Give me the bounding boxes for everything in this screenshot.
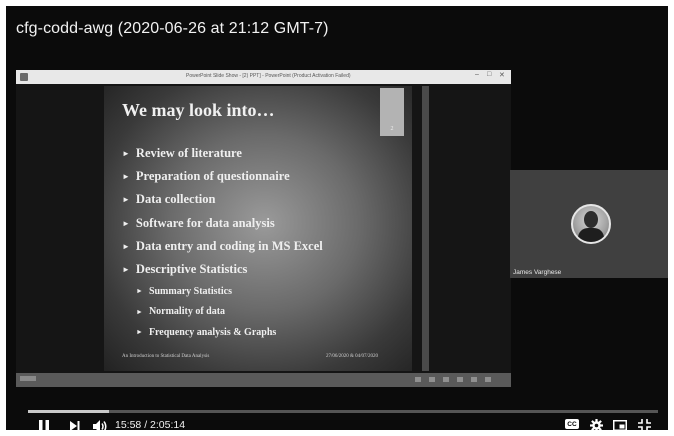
slide-canvas: 2 We may look into… ► Review of literatur…: [16, 84, 511, 373]
avatar-body: [578, 228, 604, 242]
bullet-arrow-icon: ►: [136, 287, 143, 296]
time-display: 15:58 / 2:05:14: [115, 419, 186, 430]
powerpoint-statusbar: [16, 373, 511, 387]
player-controls: 15:58 / 2:05:14 CC: [6, 416, 668, 430]
next-button[interactable]: [68, 419, 82, 430]
slide-bullet-text: Descriptive Statistics: [135, 262, 248, 277]
view-icon: [485, 377, 491, 382]
slide-bullet-text: Normality of data: [148, 306, 226, 318]
next-icon: [70, 421, 80, 430]
bullet-arrow-icon: ►: [122, 195, 130, 205]
video-title: cfg-codd-awg (2020-06-26 at 21:12 GMT-7): [16, 20, 329, 37]
exit-fullscreen-button[interactable]: [636, 418, 652, 430]
settings-icon: [589, 418, 603, 430]
slide-bullet: ► Data collection: [122, 188, 323, 211]
slide-bullet-list: ► Review of literature ► Preparation of que…: [122, 142, 323, 343]
bullet-arrow-icon: ►: [122, 218, 130, 228]
progress-bar[interactable]: [28, 410, 658, 413]
view-icon: [443, 377, 449, 382]
view-icon: [471, 377, 477, 382]
participant-name: James Varghese: [513, 269, 562, 276]
bullet-arrow-icon: ►: [136, 307, 143, 316]
view-icon: [457, 377, 463, 382]
slide-bullet: ► Summary Statistics: [136, 281, 323, 302]
progress-played: [28, 410, 109, 413]
slide-bullet: ► Normality of data: [136, 302, 323, 323]
pause-button[interactable]: [36, 418, 52, 430]
slide-bullet: ► Frequency analysis & Graphs: [136, 322, 323, 343]
bullet-arrow-icon: ►: [122, 149, 130, 159]
slide-bullet: ► Software for data analysis: [122, 212, 323, 235]
slide-bullet: ► Data entry and coding in MS Excel: [122, 235, 323, 258]
minimize-icon: –: [475, 71, 479, 78]
video-player[interactable]: cfg-codd-awg (2020-06-26 at 21:12 GMT-7)…: [6, 6, 668, 430]
slide-bullet-text: Frequency analysis & Graphs: [148, 326, 277, 338]
captions-button[interactable]: CC: [565, 419, 579, 429]
screenshot-frame: cfg-codd-awg (2020-06-26 at 21:12 GMT-7)…: [0, 0, 674, 436]
settings-button[interactable]: [589, 418, 603, 430]
close-icon: ✕: [499, 72, 505, 79]
miniplayer-button[interactable]: [612, 418, 628, 430]
avatar: [571, 204, 611, 244]
slide-counter: [20, 376, 36, 381]
participant-tile: James Varghese: [510, 170, 668, 278]
avatar-head: [584, 211, 598, 228]
slide-bullet-text: Summary Statistics: [148, 285, 232, 297]
bullet-arrow-icon: ►: [136, 328, 143, 337]
slide-number-box: 2: [380, 88, 404, 136]
view-buttons: [415, 377, 491, 382]
powerpoint-window: PowerPoint Slide Show - [2) PPT] - Power…: [16, 70, 511, 387]
slide-bullet-text: Review of literature: [135, 146, 242, 161]
slide-bullet-text: Preparation of questionnaire: [135, 169, 290, 184]
view-icon: [415, 377, 421, 382]
slide-footer-left: An Introduction to Statistical Data Anal…: [122, 354, 210, 359]
powerpoint-titlebar: PowerPoint Slide Show - [2) PPT] - Power…: [16, 70, 511, 84]
slide-bullet: ► Descriptive Statistics: [122, 258, 323, 281]
restore-icon: □: [487, 71, 492, 78]
slide-bullet: ► Review of literature: [122, 142, 323, 165]
powerpoint-window-title: PowerPoint Slide Show - [2) PPT] - Power…: [186, 73, 351, 79]
bullet-arrow-icon: ►: [122, 241, 130, 251]
pause-icon: [39, 419, 49, 430]
bullet-arrow-icon: ►: [122, 265, 130, 275]
slide-title: We may look into…: [122, 100, 275, 120]
slide-footer-right: 27/06/2020 & 04/07/2020: [326, 354, 378, 359]
volume-icon: [92, 419, 106, 430]
view-icon: [429, 377, 435, 382]
volume-button[interactable]: [92, 418, 108, 430]
slide-side-panel: [422, 86, 429, 371]
exit-fullscreen-icon: [637, 419, 651, 430]
bullet-arrow-icon: ►: [122, 172, 130, 182]
slide-bullet-text: Software for data analysis: [135, 215, 275, 230]
slide-bullet-text: Data collection: [135, 192, 216, 207]
miniplayer-icon: [613, 419, 627, 430]
slide-bullet-text: Data entry and coding in MS Excel: [135, 238, 323, 253]
slide: 2 We may look into… ► Review of literatur…: [104, 86, 412, 371]
slide-number: 2: [390, 126, 394, 132]
captions-icon: CC: [567, 420, 577, 428]
slide-bullet: ► Preparation of questionnaire: [122, 165, 323, 188]
powerpoint-app-icon: [20, 73, 28, 81]
